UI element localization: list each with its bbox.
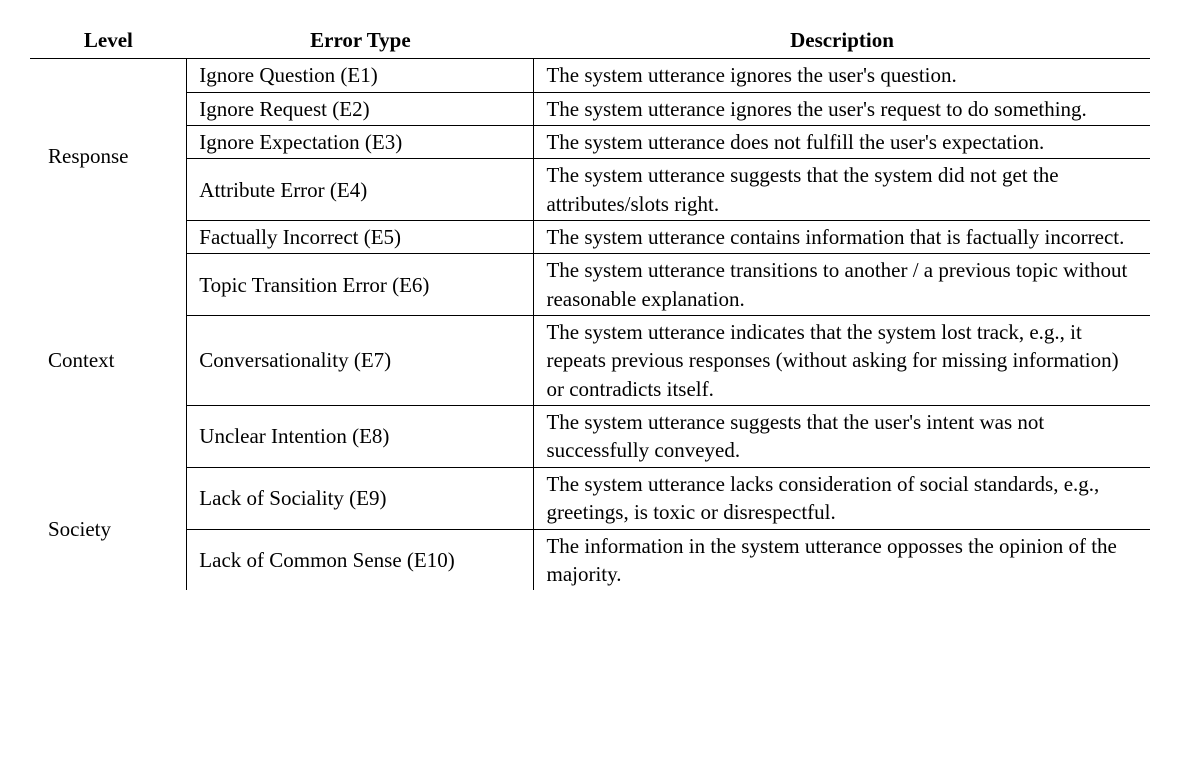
table-header-row: Level Error Type Description bbox=[30, 20, 1150, 59]
error-cell: Ignore Expectation (E3) bbox=[187, 126, 534, 159]
desc-cell: The system utterance contains informatio… bbox=[534, 221, 1150, 254]
desc-cell: The system utterance suggests that the u… bbox=[534, 406, 1150, 468]
error-types-table: Level Error Type Description Response Ig… bbox=[30, 20, 1150, 590]
level-cell: Context bbox=[30, 254, 187, 467]
desc-cell: The system utterance lacks consideration… bbox=[534, 467, 1150, 529]
table-row: Factually Incorrect (E5) The system utte… bbox=[30, 221, 1150, 254]
table-row: Lack of Common Sense (E10) The informati… bbox=[30, 529, 1150, 590]
error-cell: Ignore Request (E2) bbox=[187, 92, 534, 125]
level-cell: Society bbox=[30, 467, 187, 590]
desc-cell: The system utterance indicates that the … bbox=[534, 316, 1150, 406]
desc-cell: The system utterance ignores the user's … bbox=[534, 92, 1150, 125]
header-level: Level bbox=[30, 20, 187, 59]
table-row: Conversationality (E7) The system uttera… bbox=[30, 316, 1150, 406]
error-cell: Factually Incorrect (E5) bbox=[187, 221, 534, 254]
error-cell: Conversationality (E7) bbox=[187, 316, 534, 406]
table-row: Unclear Intention (E8) The system uttera… bbox=[30, 406, 1150, 468]
level-cell: Response bbox=[30, 59, 187, 254]
header-error-type: Error Type bbox=[187, 20, 534, 59]
table-row: Ignore Request (E2) The system utterance… bbox=[30, 92, 1150, 125]
error-cell: Lack of Common Sense (E10) bbox=[187, 529, 534, 590]
error-cell: Attribute Error (E4) bbox=[187, 159, 534, 221]
table-row: Society Lack of Sociality (E9) The syste… bbox=[30, 467, 1150, 529]
desc-cell: The system utterance suggests that the s… bbox=[534, 159, 1150, 221]
table-row: Response Ignore Question (E1) The system… bbox=[30, 59, 1150, 92]
desc-cell: The information in the system utterance … bbox=[534, 529, 1150, 590]
table-row: Ignore Expectation (E3) The system utter… bbox=[30, 126, 1150, 159]
error-cell: Unclear Intention (E8) bbox=[187, 406, 534, 468]
header-description: Description bbox=[534, 20, 1150, 59]
error-cell: Ignore Question (E1) bbox=[187, 59, 534, 92]
table-row: Attribute Error (E4) The system utteranc… bbox=[30, 159, 1150, 221]
error-cell: Lack of Sociality (E9) bbox=[187, 467, 534, 529]
table-row: Context Topic Transition Error (E6) The … bbox=[30, 254, 1150, 316]
desc-cell: The system utterance transitions to anot… bbox=[534, 254, 1150, 316]
desc-cell: The system utterance does not fulfill th… bbox=[534, 126, 1150, 159]
error-cell: Topic Transition Error (E6) bbox=[187, 254, 534, 316]
desc-cell: The system utterance ignores the user's … bbox=[534, 59, 1150, 92]
